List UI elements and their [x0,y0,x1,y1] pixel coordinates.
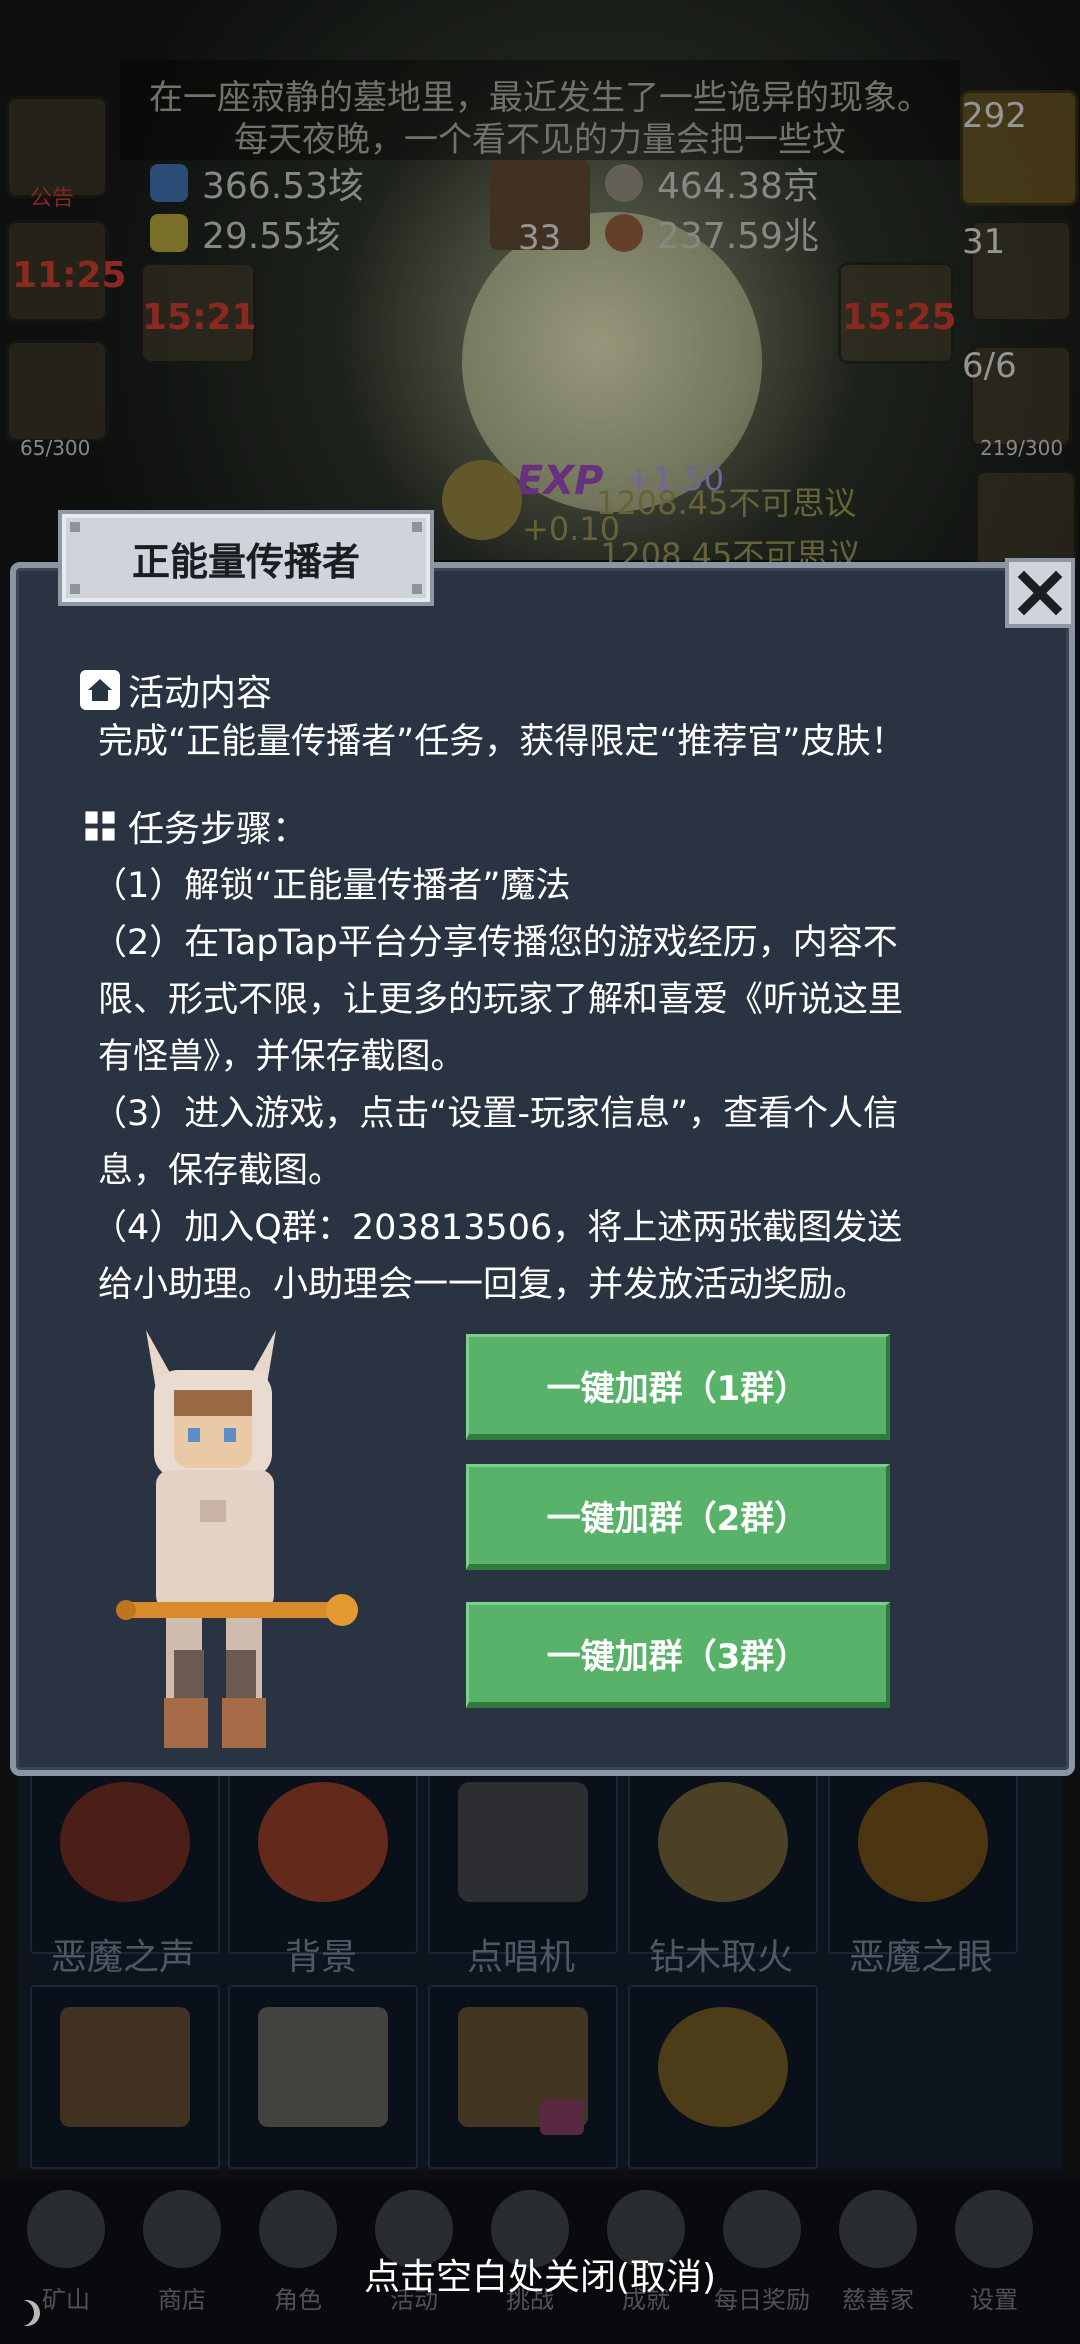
grid-icon [80,806,120,846]
step-line: 有怪兽》，并保存截图。 [98,1037,466,1077]
step-line: （2）在TapTap平台分享传播您的游戏经历，内容不 [92,923,898,963]
dialog-title: 正能量传播者 [131,539,360,584]
close-hint[interactable]: 点击空白处关闭(取消) [0,2248,1080,2300]
close-button[interactable] [1005,558,1075,628]
content-heading: 活动内容 [80,664,272,716]
join-group-1-button[interactable]: 一键加群（1群） [466,1334,890,1440]
rivet [70,522,80,532]
join-group-3-button[interactable]: 一键加群（3群） [466,1602,890,1708]
steps-heading-text: 任务步骤： [128,809,309,850]
close-icon [1017,570,1063,616]
join-group-2-button[interactable]: 一键加群（2群） [466,1464,890,1570]
step-line: （3）进入游戏，点击“设置-玩家信息”，查看个人信 [92,1094,899,1134]
recommender-skin-character [116,1330,358,1748]
rivet [412,584,422,594]
step-line: （4）加入Q群：203813506，将上述两张截图发送 [92,1208,903,1248]
content-text: 完成“正能量传播者”任务，获得限定“推荐官”皮肤！ [98,722,906,762]
rivet [412,522,422,532]
step-line: （1）解锁“正能量传播者”魔法 [92,866,571,906]
dialog-title-plate: 正能量传播者 [58,510,434,606]
step-line: 限、形式不限，让更多的玩家了解和喜爱《听说这里 [98,980,904,1020]
rivet [70,584,80,594]
content-heading-text: 活动内容 [128,673,273,714]
steps-heading: 任务步骤： [80,800,308,852]
home-icon [80,670,120,710]
step-line: 息，保存截图。 [98,1151,344,1191]
step-line: 给小助理。小助理会一一回复，并发放活动奖励。 [98,1265,869,1305]
